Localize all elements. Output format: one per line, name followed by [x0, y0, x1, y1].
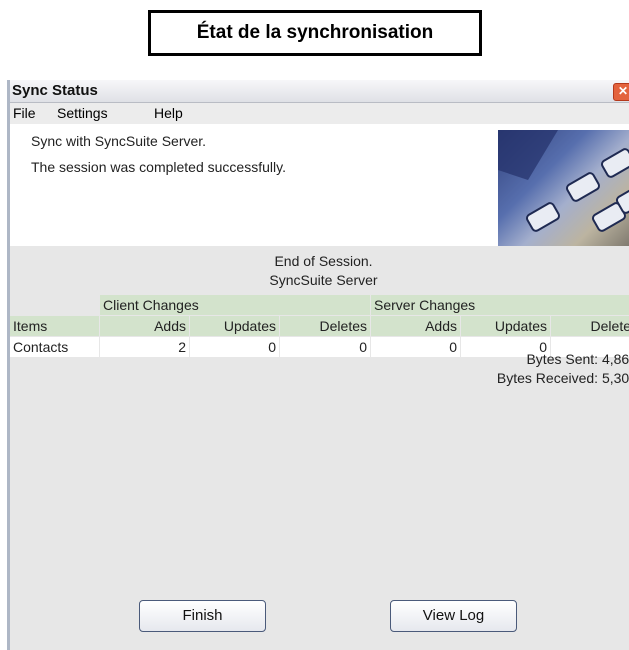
window-title: Sync Status: [12, 82, 98, 99]
row-client-deletes: 0: [280, 337, 370, 357]
col-server-adds: Adds: [371, 316, 460, 336]
table-header-row: Items Adds Updates Deletes Adds Updates …: [10, 316, 629, 336]
completion-message: The session was completed successfully.: [31, 159, 286, 175]
transfer-stats: Bytes Sent: 4,869 Bytes Received: 5,309: [497, 350, 629, 388]
server-changes-header: Server Changes: [371, 295, 629, 315]
bytes-received: Bytes Received: 5,309: [496, 370, 629, 386]
session-summary: End of Session. SyncSuite Server: [10, 252, 629, 290]
session-server: SyncSuite Server: [269, 272, 378, 288]
col-client-deletes: Deletes: [280, 316, 370, 336]
close-icon[interactable]: ✕: [613, 83, 629, 101]
col-client-updates: Updates: [190, 316, 279, 336]
sync-target-text: Sync with SyncSuite Server.: [31, 133, 207, 149]
bytes-sent: Bytes Sent: 4,869: [526, 351, 629, 367]
status-header: Sync with SyncSuite Server. The session …: [10, 124, 629, 246]
col-client-adds: Adds: [100, 316, 189, 336]
col-server-updates: Updates: [461, 316, 550, 336]
row-server-adds: 0: [371, 337, 460, 357]
sync-status-window: Sync Status ✕ File Settings Help Sync wi…: [7, 80, 629, 650]
menu-file[interactable]: File: [13, 105, 36, 121]
header-photo: [498, 130, 629, 246]
col-server-deletes: Deletes: [551, 316, 629, 336]
row-item-name: Contacts: [10, 337, 99, 357]
row-client-updates: 0: [190, 337, 279, 357]
client-changes-header: Client Changes: [100, 295, 370, 315]
col-items: Items: [10, 316, 99, 336]
menu-bar: File Settings Help: [10, 103, 629, 124]
finish-button[interactable]: Finish: [139, 600, 266, 632]
title-bar: Sync Status ✕: [10, 80, 629, 103]
table-group-row: Client Changes Server Changes: [10, 295, 629, 315]
menu-settings[interactable]: Settings: [57, 105, 108, 121]
session-status: End of Session.: [274, 253, 373, 269]
view-log-button[interactable]: View Log: [390, 600, 517, 632]
page-caption: État de la synchronisation: [148, 10, 482, 56]
row-client-adds: 2: [100, 337, 189, 357]
menu-help[interactable]: Help: [154, 105, 183, 121]
